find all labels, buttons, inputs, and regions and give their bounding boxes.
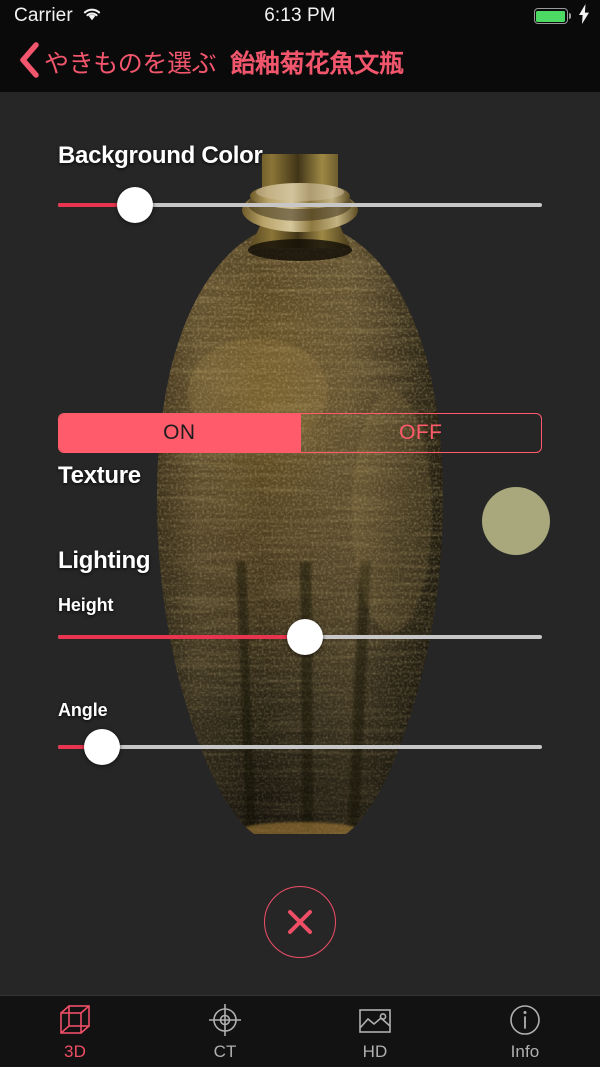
texture-segmented-control[interactable]: ON OFF: [58, 413, 542, 453]
info-circle-icon: [506, 1001, 544, 1039]
app-screen: Carrier 6:13 PM やきものを選ぶ 飴釉菊花魚文瓶 Backgrou…: [0, 0, 600, 1067]
background-color-slider[interactable]: [58, 187, 542, 223]
back-button-label: やきものを選ぶ: [44, 50, 217, 78]
tab-info[interactable]: Info: [450, 996, 600, 1067]
chevron-left-icon: [16, 41, 42, 84]
tab-info-label: Info: [510, 1042, 540, 1061]
slider-thumb[interactable]: [83, 729, 120, 765]
texture-off-option[interactable]: OFF: [299, 414, 542, 452]
tab-ct-label: CT: [213, 1042, 237, 1061]
lighting-height-label: Height: [58, 595, 114, 615]
tab-hd[interactable]: HD: [300, 996, 450, 1067]
tab-3d-label: 3D: [64, 1042, 86, 1061]
background-color-title: Background Color: [58, 142, 263, 169]
battery-full-icon: [533, 8, 571, 24]
tab-hd-label: HD: [362, 1042, 388, 1061]
close-panel-button[interactable]: [264, 886, 336, 958]
texture-title: Texture: [58, 462, 141, 489]
lighting-angle-slider[interactable]: [58, 729, 542, 765]
lighting-title: Lighting: [58, 547, 151, 574]
status-bar-right: [533, 0, 591, 32]
status-bar: Carrier 6:13 PM: [0, 0, 600, 32]
slider-track: [58, 745, 542, 749]
slider-thumb[interactable]: [117, 187, 154, 223]
status-bar-center: 6:13 PM: [0, 0, 600, 32]
clock-label: 6:13 PM: [264, 5, 336, 26]
slider-filled-track: [58, 635, 305, 639]
navigation-bar: やきものを選ぶ 飴釉菊花魚文瓶: [0, 32, 600, 92]
lightning-bolt-icon: [578, 3, 590, 29]
tab-ct[interactable]: CT: [150, 996, 300, 1067]
photo-icon: [356, 1001, 394, 1039]
color-swatch[interactable]: [482, 487, 550, 555]
lighting-angle-label: Angle: [58, 700, 108, 720]
cube-wireframe-icon: [56, 1001, 94, 1039]
page-title: 飴釉菊花魚文瓶: [230, 50, 404, 78]
lighting-height-slider[interactable]: [58, 619, 542, 655]
slider-thumb[interactable]: [286, 619, 323, 655]
texture-on-option[interactable]: ON: [59, 414, 300, 452]
tab-3d[interactable]: 3D: [0, 996, 150, 1067]
tab-bar: 3D CT HD Info: [0, 995, 600, 1067]
crosshair-icon: [206, 1001, 244, 1039]
back-button[interactable]: やきものを選ぶ: [0, 41, 217, 84]
